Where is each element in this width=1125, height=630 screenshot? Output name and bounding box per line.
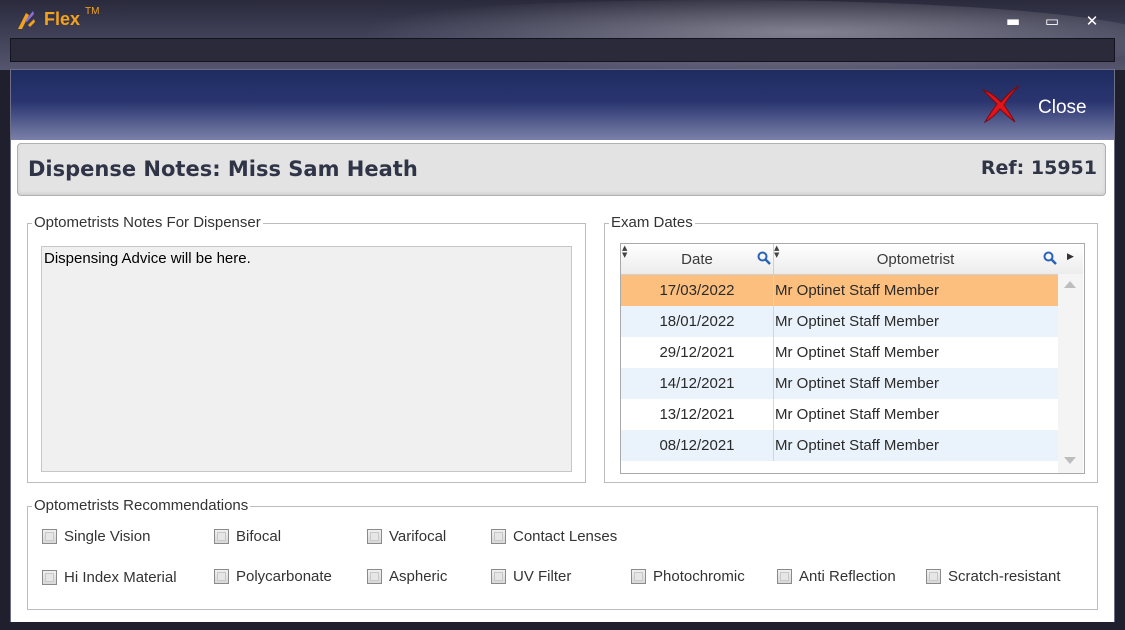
table-row[interactable]: 08/12/2021 Mr Optinet Staff Member xyxy=(621,430,1058,461)
checkbox-label: Varifocal xyxy=(389,528,447,545)
optometrist-notes-group: Optometrists Notes For Dispenser Dispens… xyxy=(27,214,586,483)
cell-date: 08/12/2021 xyxy=(621,430,774,461)
trademark-mark: TM xyxy=(85,6,100,17)
app-window: Flex TM ▬ ▭ ✕ Close Dispense Notes: Miss… xyxy=(0,0,1125,630)
checkbox-box[interactable] xyxy=(777,569,792,584)
flex-logo-icon xyxy=(18,11,35,29)
close-button[interactable]: Close xyxy=(1038,97,1087,119)
checkbox-label: Contact Lenses xyxy=(513,528,618,545)
cell-date: 14/12/2021 xyxy=(621,368,774,399)
checkbox-box[interactable] xyxy=(367,529,382,544)
app-title: Flex xyxy=(44,9,81,29)
table-row[interactable]: 14/12/2021 Mr Optinet Staff Member xyxy=(621,368,1058,399)
title-bar[interactable]: Flex TM ▬ ▭ ✕ xyxy=(0,0,1125,40)
scroll-up-arrow-icon[interactable] xyxy=(1064,281,1076,288)
menu-bar xyxy=(10,38,1115,62)
checkbox-label: Aspheric xyxy=(389,568,448,585)
search-icon[interactable] xyxy=(757,251,771,265)
checkbox-box[interactable] xyxy=(491,569,506,584)
cell-optometrist: Mr Optinet Staff Member xyxy=(775,282,939,299)
checkbox-box[interactable] xyxy=(42,570,57,585)
cell-date: 29/12/2021 xyxy=(621,337,774,368)
title-panel: Dispense Notes: Miss Sam Heath Ref: 1595… xyxy=(17,143,1106,196)
vertical-scrollbar[interactable] xyxy=(1058,274,1083,473)
minimize-icon[interactable]: ▬ xyxy=(1002,10,1024,32)
checkbox-label: Hi Index Material xyxy=(64,569,177,586)
dispensing-notes-textarea[interactable]: Dispensing Advice will be here. xyxy=(41,246,572,472)
header-band: Close xyxy=(11,70,1114,140)
window-bottom-border xyxy=(0,622,1125,630)
scroll-down-arrow-icon[interactable] xyxy=(1064,457,1076,464)
exam-dates-group: Exam Dates ▲ ▼ Date ▲ ▼ Optometrist ▶ 17… xyxy=(604,214,1098,483)
cell-date: 13/12/2021 xyxy=(621,399,774,430)
search-icon[interactable] xyxy=(1043,251,1057,265)
table-row[interactable]: 29/12/2021 Mr Optinet Staff Member xyxy=(621,337,1058,368)
maximize-icon[interactable]: ▭ xyxy=(1041,10,1063,32)
checkbox-box[interactable] xyxy=(214,569,229,584)
checkbox-box[interactable] xyxy=(491,529,506,544)
exam-dates-grid[interactable]: ▲ ▼ Date ▲ ▼ Optometrist ▶ 17/03/2022 Mr… xyxy=(620,243,1085,474)
cell-optometrist: Mr Optinet Staff Member xyxy=(775,344,939,361)
reference-number: Ref: 15951 xyxy=(980,157,1097,179)
window-close-icon[interactable]: ✕ xyxy=(1081,10,1103,32)
column-label-optometrist: Optometrist xyxy=(876,251,955,268)
column-chooser-arrow-icon[interactable]: ▶ xyxy=(1058,244,1083,275)
table-row[interactable]: 17/03/2022 Mr Optinet Staff Member xyxy=(621,275,1058,306)
checkbox-label: Scratch-resistant xyxy=(948,568,1061,585)
checkbox-label: Single Vision xyxy=(64,528,151,545)
dispense-notes-dialog: Close Dispense Notes: Miss Sam Heath Ref… xyxy=(10,69,1115,624)
column-header-date[interactable]: ▲ ▼ Date xyxy=(621,244,774,274)
checkbox-box[interactable] xyxy=(214,529,229,544)
checkbox-label: Polycarbonate xyxy=(236,568,332,585)
checkbox-label: Bifocal xyxy=(236,528,282,545)
exam-dates-legend: Exam Dates xyxy=(609,214,695,231)
grid-header: ▲ ▼ Date ▲ ▼ Optometrist xyxy=(621,244,1058,275)
column-label-date: Date xyxy=(681,251,713,268)
column-header-optometrist[interactable]: ▲ ▼ Optometrist xyxy=(773,244,1058,274)
close-x-icon[interactable] xyxy=(979,82,1023,126)
cell-optometrist: Mr Optinet Staff Member xyxy=(775,437,939,454)
recommendations-group: Optometrists Recommendations Single Visi… xyxy=(27,497,1098,610)
checkbox-box[interactable] xyxy=(367,569,382,584)
checkbox-label: UV Filter xyxy=(513,568,572,585)
checkbox-box[interactable] xyxy=(631,569,646,584)
checkbox-label: Photochromic xyxy=(653,568,745,585)
checkbox-label: Anti Reflection xyxy=(799,568,896,585)
checkbox-box[interactable] xyxy=(926,569,941,584)
cell-optometrist: Mr Optinet Staff Member xyxy=(775,406,939,423)
table-row[interactable]: 18/01/2022 Mr Optinet Staff Member xyxy=(621,306,1058,337)
notes-group-legend: Optometrists Notes For Dispenser xyxy=(32,214,263,231)
table-row[interactable]: 13/12/2021 Mr Optinet Staff Member xyxy=(621,399,1058,430)
cell-date: 17/03/2022 xyxy=(621,275,774,306)
cell-optometrist: Mr Optinet Staff Member xyxy=(775,375,939,392)
page-title: Dispense Notes: Miss Sam Heath xyxy=(28,157,418,181)
checkbox-box[interactable] xyxy=(42,529,57,544)
cell-date: 18/01/2022 xyxy=(621,306,774,337)
recommendations-legend: Optometrists Recommendations xyxy=(32,497,251,514)
dispensing-notes-text: Dispensing Advice will be here. xyxy=(44,250,251,267)
cell-optometrist: Mr Optinet Staff Member xyxy=(775,313,939,330)
